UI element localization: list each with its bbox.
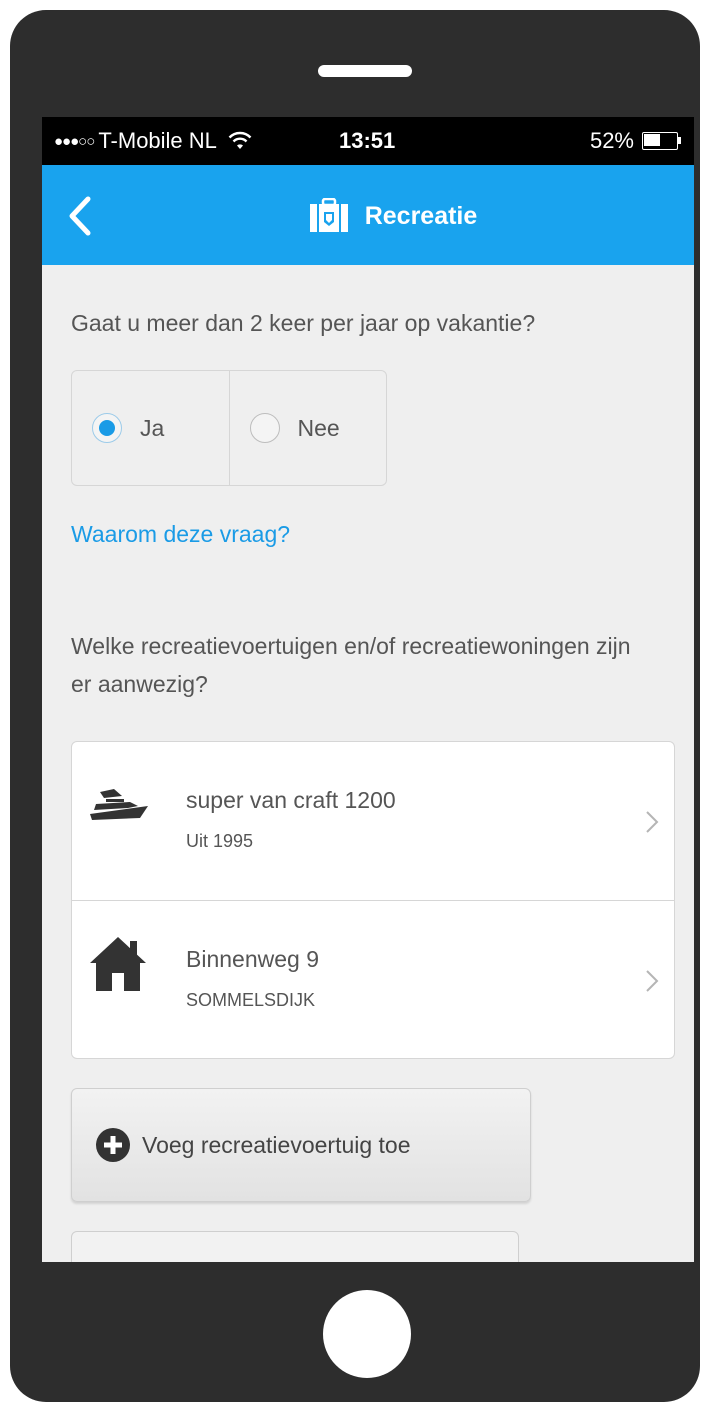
battery-icon (642, 132, 682, 150)
list-item-boat[interactable]: super van craft 1200 Uit 1995 (72, 742, 674, 900)
page-title: Recreatie (364, 201, 478, 230)
radio-label-ja: Ja (140, 414, 165, 441)
vacation-question: Gaat u meer dan 2 keer per jaar op vakan… (71, 310, 536, 336)
list-item-subtitle: Uit 1995 (186, 831, 254, 851)
list-item-title: super van craft 1200 (186, 787, 396, 813)
house-icon (90, 937, 146, 991)
app-screen: ●●●○○ T-Mobile NL 13:51 52% Recreatie Ga… (42, 117, 694, 1262)
add-button-label: Voeg recreatievoertuig toe (142, 1131, 411, 1158)
nav-title-group: Recreatie (42, 198, 694, 234)
battery-percent: 52% (589, 128, 634, 153)
chevron-right-icon (646, 811, 659, 833)
status-bar: ●●●○○ T-Mobile NL 13:51 52% (42, 117, 694, 165)
carrier-label: T-Mobile NL (98, 128, 217, 153)
radio-label-nee: Nee (297, 414, 340, 441)
radio-button-ja[interactable] (92, 413, 122, 443)
boat-icon (90, 789, 148, 820)
list-item-subtitle: SOMMELSDIJK (186, 990, 316, 1010)
plus-circle-icon (96, 1128, 130, 1162)
wifi-icon (228, 131, 252, 149)
suitcase-icon (309, 198, 348, 232)
vehicles-question: Welke recreatievoertuigen en/of recreati… (71, 633, 631, 697)
phone-speaker (318, 65, 412, 77)
secondary-add-button[interactable] (71, 1231, 519, 1262)
home-button[interactable] (323, 1290, 411, 1378)
list-item-title: Binnenweg 9 (186, 946, 319, 972)
status-left: ●●●○○ T-Mobile NL (54, 128, 253, 154)
signal-icon: ●●●○○ (54, 132, 95, 150)
recreation-items-list: super van craft 1200 Uit 1995 Binnenweg … (71, 741, 675, 1059)
phone-frame: ●●●○○ T-Mobile NL 13:51 52% Recreatie Ga… (10, 10, 700, 1402)
status-right: 52% (590, 128, 682, 154)
radio-button-nee[interactable] (249, 413, 280, 443)
vacation-radio-group: Ja Nee (71, 370, 387, 486)
list-item-house[interactable]: Binnenweg 9 SOMMELSDIJK (72, 900, 674, 1059)
nav-bar: Recreatie (42, 165, 694, 265)
radio-option-nee[interactable]: Nee (228, 371, 387, 485)
why-question-link[interactable]: Waarom deze vraag? (71, 521, 290, 548)
chevron-right-icon (646, 970, 659, 992)
status-time: 13:51 (339, 128, 396, 153)
add-recreation-vehicle-button[interactable]: Voeg recreatievoertuig toe (71, 1088, 531, 1202)
radio-option-ja[interactable]: Ja (72, 371, 229, 485)
